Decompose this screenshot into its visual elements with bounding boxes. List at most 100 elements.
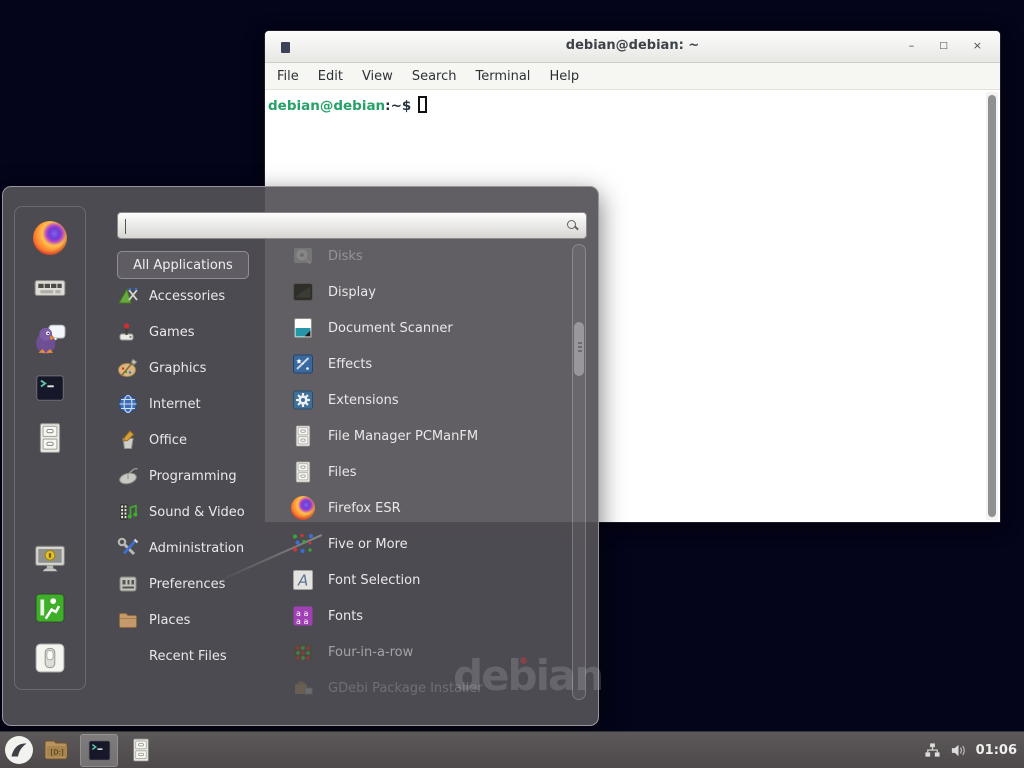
close-button[interactable]: × [973,36,982,56]
app-file-manager-pcmanfm[interactable]: File Manager PCManFM [291,418,561,454]
category-administration[interactable]: Administration [117,530,282,566]
all-applications-button[interactable]: All Applications [117,251,249,279]
prompt-suffix: :~$ [385,98,411,114]
internet-icon [117,393,139,415]
menu-button-icon [4,735,34,765]
fonts-icon: a aa a [291,604,315,628]
favorite-lock-screen[interactable] [33,541,67,575]
graphics-icon [117,357,139,379]
minimize-button[interactable]: – [909,36,915,56]
category-accessories[interactable]: Accessories [117,278,282,314]
sound-video-icon [117,501,139,523]
category-label: Recent Files [149,649,227,664]
firefox-icon [291,496,315,520]
files-launcher[interactable] [122,732,160,768]
menu-button[interactable] [0,732,38,768]
app-five-or-more[interactable]: Five or More [291,526,561,562]
desktop: debian@debian: ~ – □ × File Edit View Se… [0,0,1024,768]
favorite-firefox[interactable] [33,221,67,255]
search-icon [567,220,576,229]
menu-scrollbar-thumb[interactable] [574,322,584,376]
favorite-pidgin[interactable] [33,321,67,355]
applications-menu: debian [2,186,599,726]
category-recent-files[interactable]: Recent Files [117,638,282,674]
preferences-icon [117,573,139,595]
search-input[interactable] [118,213,586,238]
app-files[interactable]: Files [291,454,561,490]
app-label: Effects [328,357,372,372]
category-programming[interactable]: Programming [117,458,282,494]
five-or-more-icon [291,532,315,556]
app-font-selection[interactable]: A Font Selection [291,562,561,598]
category-internet[interactable]: Internet [117,386,282,422]
favorite-terminal[interactable] [33,371,67,405]
prompt-user-host: debian@debian [268,98,385,114]
menu-terminal[interactable]: Terminal [475,69,530,84]
category-label: Graphics [149,361,206,376]
maximize-button[interactable]: □ [939,36,948,56]
terminal-scrollbar[interactable] [986,92,998,520]
app-document-scanner[interactable]: Document Scanner [291,310,561,346]
four-in-a-row-icon [291,640,315,664]
network-icon[interactable] [924,742,941,759]
category-label: Sound & Video [149,505,245,520]
category-label: Administration [149,541,244,556]
category-games[interactable]: Games [117,314,282,350]
category-office[interactable]: Office [117,422,282,458]
terminal-icon [33,371,67,405]
app-firefox-esr[interactable]: Firefox ESR [291,490,561,526]
package-manager-icon [33,271,67,305]
favorite-log-out[interactable] [33,591,67,625]
category-label: Internet [149,397,201,412]
shell-prompt: debian@debian:~$ [265,90,1000,114]
app-display[interactable]: Display [291,274,561,310]
category-label: Games [149,325,194,340]
app-label: File Manager PCManFM [328,429,478,444]
app-label: Document Scanner [328,321,453,336]
category-sound-video[interactable]: Sound & Video [117,494,282,530]
volume-icon[interactable] [950,742,967,759]
menu-search[interactable]: Search [412,69,457,84]
terminal-task-button[interactable] [80,734,118,767]
app-effects[interactable]: Effects [291,346,561,382]
app-label: Fonts [328,609,363,624]
app-extensions[interactable]: Extensions [291,382,561,418]
accessories-icon [117,285,139,307]
app-gdebi-package-installer[interactable]: GDebi Package Installer [291,670,561,706]
disks-icon [291,244,315,268]
taskbar: [D:] 01:06 [0,731,1024,768]
firefox-icon [33,221,67,255]
folder-launcher[interactable]: [D:] [38,732,76,768]
favorite-package-manager[interactable] [33,271,67,305]
category-preferences[interactable]: Preferences [117,566,282,602]
pidgin-icon [33,321,67,355]
category-graphics[interactable]: Graphics [117,350,282,386]
app-label: Display [328,285,376,300]
app-disks[interactable]: Disks [291,238,561,274]
category-places[interactable]: Places [117,602,282,638]
terminal-cursor [418,96,427,113]
menu-scrollbar[interactable] [572,244,586,700]
clock[interactable]: 01:06 [976,743,1017,758]
svg-text:a a: a a [296,617,308,626]
terminal-titlebar[interactable]: debian@debian: ~ – □ × [265,31,1000,63]
app-four-in-a-row[interactable]: Four-in-a-row [291,634,561,670]
file-cabinet-icon [33,421,67,455]
menu-help[interactable]: Help [549,69,579,84]
app-label: Files [328,465,357,480]
app-fonts[interactable]: a aa a Fonts [291,598,561,634]
menu-view[interactable]: View [362,69,393,84]
app-label: Font Selection [328,573,420,588]
document-scanner-icon [291,316,315,340]
window-title: debian@debian: ~ [265,38,1000,53]
terminal-scrollbar-thumb[interactable] [988,95,996,517]
menu-file[interactable]: File [277,69,299,84]
terminal-menubar: File Edit View Search Terminal Help [265,63,1000,90]
favorite-file-manager[interactable] [33,421,67,455]
administration-icon [117,537,139,559]
gdebi-icon [291,676,315,700]
scrollbar-grip [578,342,582,344]
menu-edit[interactable]: Edit [318,69,343,84]
favorite-shut-down[interactable] [33,641,67,675]
applications-list: Disks Display Document Scanner Effects E… [291,238,561,706]
